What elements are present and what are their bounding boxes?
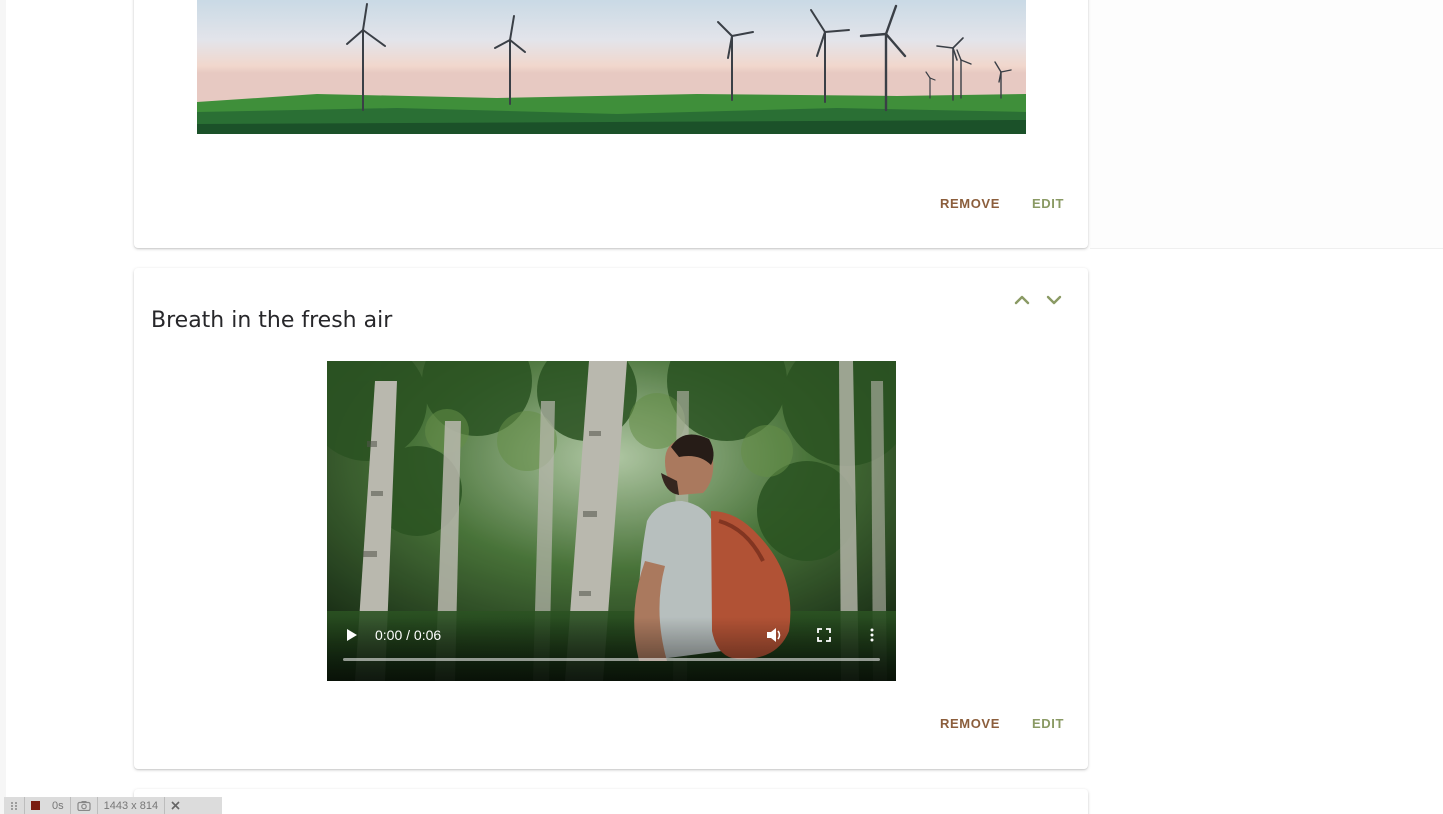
more-options-button[interactable]: [864, 627, 880, 646]
more-vert-icon: [870, 628, 874, 642]
play-icon: [347, 629, 357, 641]
record-button[interactable]: 0s: [25, 797, 71, 814]
screen-recorder-toolbar: 0s 1443 x 814: [4, 797, 222, 814]
record-duration: 0s: [52, 799, 64, 812]
wind-turbines-image: [197, 0, 1026, 134]
record-icon: [31, 801, 40, 810]
fullscreen-button[interactable]: [816, 627, 832, 646]
video-time: 0:00 / 0:06: [375, 627, 442, 643]
move-down-button[interactable]: [1044, 290, 1064, 310]
card-actions: REMOVE EDIT: [940, 196, 1064, 211]
move-up-button[interactable]: [1012, 290, 1032, 310]
wind-turbines-illustration: [197, 0, 1026, 134]
edit-button[interactable]: EDIT: [1032, 196, 1064, 211]
volume-button[interactable]: [765, 626, 783, 647]
video-player[interactable]: 0:00 / 0:06: [327, 361, 896, 681]
video-controls: 0:00 / 0:06: [327, 617, 896, 681]
card-actions: REMOVE EDIT: [940, 716, 1064, 731]
edit-button[interactable]: EDIT: [1032, 716, 1064, 731]
close-button[interactable]: [165, 797, 186, 814]
video-progress-track[interactable]: [343, 658, 880, 661]
capture-size: 1443 x 814: [98, 797, 166, 814]
right-panel: [1090, 0, 1443, 249]
chevron-up-icon: [1014, 295, 1030, 305]
volume-icon: [767, 628, 781, 642]
media-card-2: Breath in the fresh air 0:00 / 0:06 REMO…: [134, 268, 1088, 769]
drag-handle-icon: [11, 801, 17, 810]
play-button[interactable]: [343, 627, 359, 646]
chevron-down-icon: [1046, 295, 1062, 305]
card-title: Breath in the fresh air: [151, 308, 393, 333]
left-gutter: [0, 0, 6, 814]
screenshot-button[interactable]: [71, 797, 98, 814]
close-icon: [171, 801, 180, 810]
reorder-controls: [1012, 290, 1064, 310]
camera-icon: [77, 801, 91, 811]
drag-handle[interactable]: [4, 797, 25, 814]
remove-button[interactable]: REMOVE: [940, 716, 1000, 731]
remove-button[interactable]: REMOVE: [940, 196, 1000, 211]
fullscreen-icon: [817, 628, 831, 642]
media-card-3: [134, 789, 1088, 814]
page: REMOVE EDIT Breath in the fresh air 0:00…: [0, 0, 1443, 814]
media-card-1: REMOVE EDIT: [134, 0, 1088, 248]
